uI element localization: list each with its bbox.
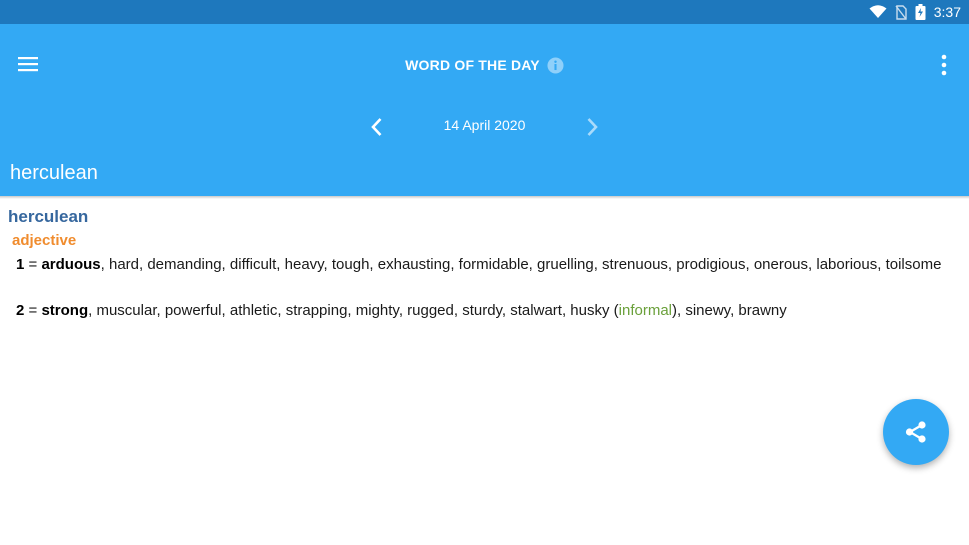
sense-synonyms-end: ), sinewy, brawny [672, 302, 787, 319]
entry-headword: herculean [8, 207, 89, 226]
date-navigation: 14 April 2020 [0, 112, 969, 140]
status-time: 3:37 [933, 4, 961, 20]
part-of-speech: adjective [12, 232, 77, 249]
word-banner: herculean [10, 162, 98, 184]
sense-number: 1 [16, 256, 25, 273]
share-icon [905, 421, 926, 443]
sense-keyword: strong [41, 302, 89, 319]
more-vert-icon[interactable] [933, 52, 955, 78]
no-sim-icon [895, 4, 907, 20]
app-bar: WORD OF THE DAY 14 April 2020 herculean [0, 24, 969, 196]
sense-equals: = [28, 256, 38, 273]
share-button[interactable] [883, 399, 949, 465]
app-bar-shadow [0, 196, 969, 199]
sense-keyword: arduous [41, 256, 101, 273]
sense-synonyms: , hard, demanding, difficult, heavy, tou… [100, 256, 942, 273]
register-label: informal [618, 302, 672, 319]
app-title: WORD OF THE DAY [405, 57, 540, 73]
sense-equals: = [28, 302, 38, 319]
wifi-icon [869, 5, 887, 18]
battery-charging-icon [915, 4, 926, 20]
current-date: 14 April 2020 [443, 117, 526, 133]
sense-2: 2 = strong, muscular, powerful, athletic… [16, 301, 951, 320]
sense-number: 2 [16, 302, 25, 319]
sense-1: 1 = arduous, hard, demanding, difficult,… [16, 255, 951, 274]
app-title-group: WORD OF THE DAY [0, 54, 969, 76]
chevron-right-icon[interactable] [582, 116, 602, 138]
info-icon[interactable] [547, 56, 564, 74]
status-icons: 3:37 [869, 0, 961, 24]
sense-synonyms: , muscular, powerful, athletic, strappin… [88, 302, 619, 319]
status-bar: 3:37 [0, 0, 969, 24]
